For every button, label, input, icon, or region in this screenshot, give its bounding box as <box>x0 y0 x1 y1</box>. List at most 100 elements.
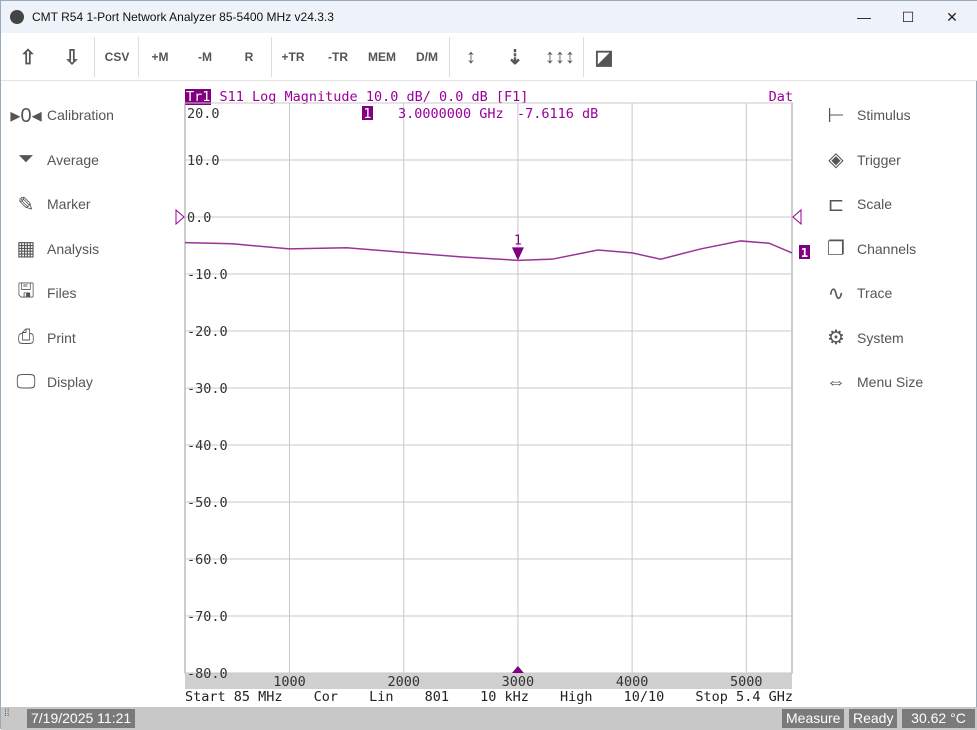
grip-icon: ⁞⁞ <box>4 711 10 716</box>
trace-settings[interactable]: S11 Log Magnitude 10.0 dB/ 0.0 dB [F1] <box>211 89 528 105</box>
recall-state-button[interactable]: ⇩ <box>52 37 92 77</box>
y-tick-label: -60.0 <box>187 552 228 568</box>
autoscale-center-button[interactable]: ⇣ <box>495 37 535 77</box>
trace-end-badge <box>799 245 810 259</box>
plot-frame <box>185 103 792 673</box>
maximize-button[interactable]: ☐ <box>885 1 931 33</box>
correction-status: Cor <box>314 689 338 705</box>
memory-button[interactable]: MEM <box>362 37 402 77</box>
right-menu-item-channels[interactable]: ❐ Channels <box>823 227 923 272</box>
minimize-button[interactable]: — <box>841 1 887 33</box>
menu-size-icon: ⇔ <box>823 370 849 394</box>
trace-badge[interactable]: Tr1 <box>185 89 211 105</box>
right-menu-item-trace[interactable]: ∿Trace <box>823 271 923 316</box>
marker-readout-freq: 3.0000000 GHz <box>398 106 504 122</box>
status-bar: ⁞⁞ 7/19/2025 11:21 Measure Ready 30.62 °… <box>1 707 977 730</box>
close-button[interactable]: ✕ <box>929 1 975 33</box>
left-menu-item-print[interactable]: ⎙ Print <box>13 316 114 361</box>
power-level[interactable]: High <box>560 689 593 705</box>
x-tick-label: 3000 <box>502 674 535 690</box>
reference-level-right-icon[interactable] <box>793 210 801 224</box>
start-freq[interactable]: Start 85 MHz <box>185 689 283 705</box>
right-menu-item-system[interactable]: ⚙ System <box>823 316 923 361</box>
y-tick-label: -70.0 <box>187 609 228 625</box>
add-marker-button[interactable]: +M <box>140 37 180 77</box>
measure-status: Measure <box>782 709 844 728</box>
stimulus-icon: ⊢ <box>823 103 849 127</box>
y-tick-label: 0.0 <box>187 210 211 226</box>
menu-label: Analysis <box>47 241 99 257</box>
files-icon: 🖫 <box>13 281 39 305</box>
toolbar-separator <box>583 37 584 77</box>
menu-label: Scale <box>857 196 892 212</box>
right-menu-item-menu-size[interactable]: ⇔Menu Size <box>823 360 923 405</box>
menu-label: Print <box>47 330 76 346</box>
remove-marker-button[interactable]: -M <box>185 37 225 77</box>
left-menu-item-analysis[interactable]: ▦Analysis <box>13 227 114 272</box>
x-axis-band <box>185 673 792 689</box>
x-tick-label: 2000 <box>387 674 420 690</box>
datetime: 7/19/2025 11:21 <box>27 709 135 728</box>
remove-trace-button[interactable]: -TR <box>318 37 358 77</box>
title-bar: CMT R54 1-Port Network Analyzer 85-5400 … <box>1 1 977 33</box>
points[interactable]: 801 <box>425 689 449 705</box>
reference-level-left-icon[interactable] <box>176 210 184 224</box>
menu-label: Trigger <box>857 152 901 168</box>
toolbar-separator <box>94 37 95 77</box>
calibration-icon: ▸0◂ <box>13 103 39 127</box>
if-bandwidth[interactable]: 10 kHz <box>480 689 529 705</box>
right-menu-item-stimulus[interactable]: ⊢ Stimulus <box>823 93 923 138</box>
channels-icon: ❐ <box>823 237 849 261</box>
right-menu: ⊢ Stimulus ◈Trigger⊏Scale ❐ Channels ∿Trace ⚙ S… <box>823 93 923 405</box>
left-menu-item-display[interactable]: 🖵 Display <box>13 360 114 405</box>
y-tick-label: -40.0 <box>187 438 228 454</box>
left-menu-item-marker[interactable]: ✎ Marker <box>13 182 114 227</box>
autoscale-all-button[interactable]: ↕↕↕ <box>540 37 580 77</box>
left-menu: ▸0◂ Calibration ⏷Average ✎ Marker ▦Analysis🖫F… <box>13 93 114 405</box>
display-icon: 🖵 <box>13 370 39 394</box>
trace-end-label: 1 <box>801 246 808 260</box>
print-icon: ⎙ <box>13 326 39 350</box>
marker-readout-badge <box>362 106 373 120</box>
left-menu-item-calibration[interactable]: ▸0◂ Calibration <box>13 93 114 138</box>
menu-label: Marker <box>47 196 91 212</box>
data-indicator: Dat <box>769 89 793 105</box>
autoscale-button[interactable]: ↕ <box>451 37 491 77</box>
marker-readout-num: 1 <box>363 106 371 122</box>
menu-label: Calibration <box>47 107 114 123</box>
menu-label: Stimulus <box>857 107 911 123</box>
toolbar-separator <box>271 37 272 77</box>
y-tick-label: 20.0 <box>187 106 220 122</box>
trace-header: Tr1 S11 Log Magnitude 10.0 dB/ 0.0 dB [F… <box>185 89 793 105</box>
y-tick-label: -10.0 <box>187 267 228 283</box>
ready-status: Ready <box>849 709 897 728</box>
data-memory-button[interactable]: D/M <box>407 37 447 77</box>
menu-label: Channels <box>857 241 916 257</box>
marker-1-label: 1 <box>514 233 522 248</box>
add-trace-button[interactable]: +TR <box>273 37 313 77</box>
s11-trace <box>185 241 792 260</box>
right-menu-item-trigger[interactable]: ◈Trigger <box>823 138 923 183</box>
y-tick-label: 10.0 <box>187 153 220 169</box>
menu-label: Display <box>47 374 93 390</box>
y-tick-label: -50.0 <box>187 495 228 511</box>
left-menu-item-average[interactable]: ⏷Average <box>13 138 114 183</box>
export-csv-button[interactable]: CSV <box>97 37 137 77</box>
toolbar: ⇧⇩CSV+M-MR+TR-TRMEMD/M↕⇣↕↕↕◪ <box>1 33 977 81</box>
sweep-type[interactable]: Lin <box>369 689 393 705</box>
marker-1-icon[interactable] <box>512 247 524 260</box>
right-menu-item-scale[interactable]: ⊏Scale <box>823 182 923 227</box>
system-icon: ⚙ <box>823 326 849 350</box>
sweep-footer: Start 85 MHz Cor Lin 801 10 kHz High 10/… <box>185 689 793 705</box>
save-state-button[interactable]: ⇧ <box>8 37 48 77</box>
y-tick-label: -30.0 <box>187 381 228 397</box>
x-tick-label: 4000 <box>616 674 649 690</box>
temperature: 30.62 °C <box>902 709 975 728</box>
left-menu-item-files[interactable]: 🖫Files <box>13 271 114 316</box>
average-icon: ⏷ <box>13 148 39 172</box>
menu-label: System <box>857 330 904 346</box>
reference-marker-button[interactable]: R <box>229 37 269 77</box>
stop-freq[interactable]: Stop 5.4 GHz <box>695 689 793 705</box>
display-toggle-button[interactable]: ◪ <box>584 37 624 77</box>
marker-icon: ✎ <box>13 192 39 216</box>
